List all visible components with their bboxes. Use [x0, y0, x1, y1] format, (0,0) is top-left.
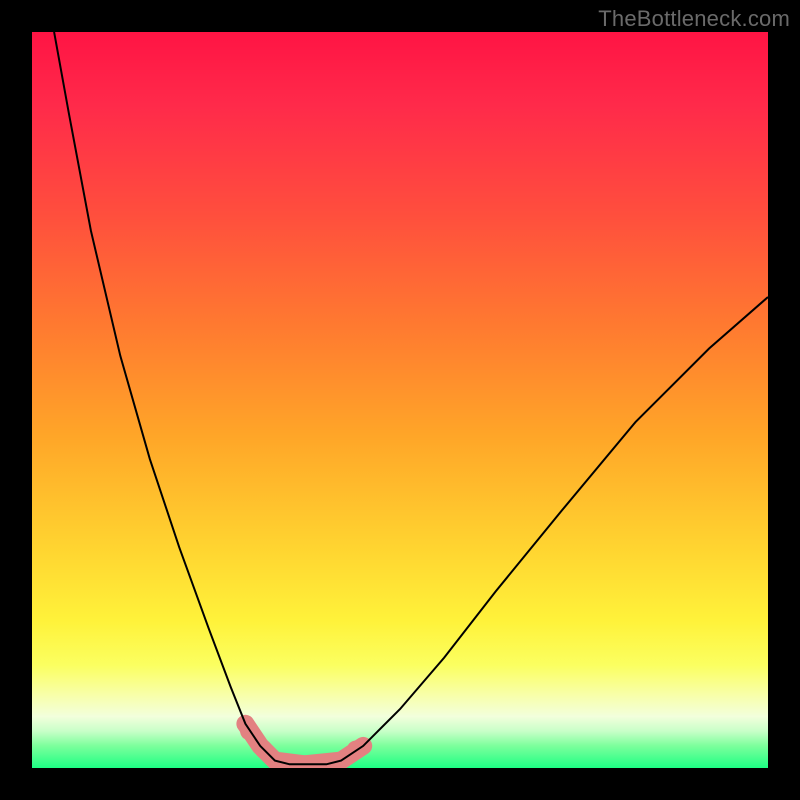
- watermark-label: TheBottleneck.com: [598, 6, 790, 32]
- chart-frame: TheBottleneck.com: [0, 0, 800, 800]
- curves-layer: [32, 32, 768, 768]
- v-curve: [54, 32, 768, 764]
- bottleneck-gradient-plot: [32, 32, 768, 768]
